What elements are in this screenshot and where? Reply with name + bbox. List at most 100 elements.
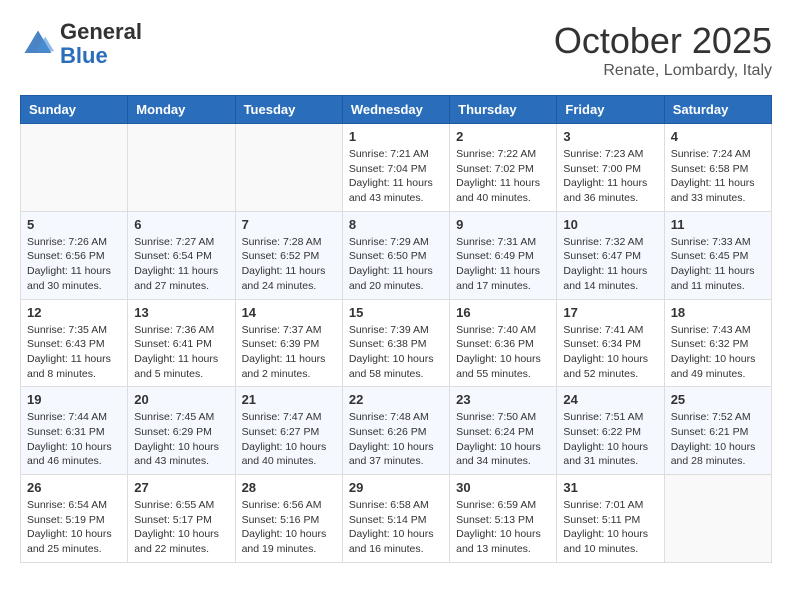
calendar-cell: 16 Sunrise: 7:40 AM Sunset: 6:36 PM Dayli…	[450, 299, 557, 387]
location-subtitle: Renate, Lombardy, Italy	[554, 62, 772, 80]
day-number: 2	[456, 129, 550, 144]
month-title: October 2025	[554, 20, 772, 62]
day-info: Sunrise: 7:44 AM Sunset: 6:31 PM Dayligh…	[27, 410, 121, 469]
calendar-cell: 4Sunrise: 7:24 AM Sunset: 6:58 PM Daylig…	[664, 124, 771, 212]
day-info: Sunrise: 7:43 AM Sunset: 6:32 PM Dayligh…	[671, 323, 765, 382]
day-number: 26	[27, 480, 121, 495]
day-number: 13	[134, 305, 228, 320]
day-number: 20	[134, 392, 228, 407]
calendar-cell: 29Sunrise: 6:58 AM Sunset: 5:14 PM Dayli…	[342, 475, 449, 563]
day-of-week-header: Tuesday	[235, 96, 342, 124]
logo-blue: Blue	[60, 43, 108, 68]
day-info: Sunrise: 7:47 AM Sunset: 6:27 PM Dayligh…	[242, 410, 336, 469]
calendar-cell: 31 Sunrise: 7:01 AM Sunset: 5:11 PM Dayli…	[557, 475, 664, 563]
day-info: Sunrise: 7:41 AM Sunset: 6:34 PM Dayligh…	[563, 323, 657, 382]
day-info: Sunrise: 7:39 AM Sunset: 6:38 PM Dayligh…	[349, 323, 443, 382]
day-of-week-header: Saturday	[664, 96, 771, 124]
page-header: General Blue October 2025 Renate, Lombar…	[20, 20, 772, 80]
day-info: Sunrise: 6:55 AM Sunset: 5:17 PM Dayligh…	[134, 498, 228, 557]
day-number: 28	[242, 480, 336, 495]
logo: General Blue	[20, 20, 142, 68]
day-info: Sunrise: 7:31 AM Sunset: 6:49 PM Dayligh…	[456, 235, 550, 294]
day-number: 5	[27, 217, 121, 232]
day-info: Sunrise: 6:56 AM Sunset: 5:16 PM Dayligh…	[242, 498, 336, 557]
calendar-cell: 24Sunrise: 7:51 AM Sunset: 6:22 PM Dayli…	[557, 387, 664, 475]
calendar-cell: 3 Sunrise: 7:23 AM Sunset: 7:00 PM Daylig…	[557, 124, 664, 212]
day-number: 15	[349, 305, 443, 320]
calendar-cell	[21, 124, 128, 212]
calendar-cell: 22Sunrise: 7:48 AM Sunset: 6:26 PM Dayli…	[342, 387, 449, 475]
day-info: Sunrise: 7:48 AM Sunset: 6:26 PM Dayligh…	[349, 410, 443, 469]
day-info: Sunrise: 7:40 AM Sunset: 6:36 PM Dayligh…	[456, 323, 550, 382]
calendar-cell: 10Sunrise: 7:32 AM Sunset: 6:47 PM Dayli…	[557, 211, 664, 299]
day-number: 7	[242, 217, 336, 232]
day-of-week-header: Monday	[128, 96, 235, 124]
day-number: 18	[671, 305, 765, 320]
day-number: 12	[27, 305, 121, 320]
day-info: Sunrise: 7:29 AM Sunset: 6:50 PM Dayligh…	[349, 235, 443, 294]
day-number: 8	[349, 217, 443, 232]
day-number: 4	[671, 129, 765, 144]
day-number: 14	[242, 305, 336, 320]
logo-general: General	[60, 19, 142, 44]
day-number: 25	[671, 392, 765, 407]
day-number: 17	[563, 305, 657, 320]
day-number: 3	[563, 129, 657, 144]
logo-text: General Blue	[60, 20, 142, 68]
day-info: Sunrise: 6:54 AM Sunset: 5:19 PM Dayligh…	[27, 498, 121, 557]
day-info: Sunrise: 6:59 AM Sunset: 5:13 PM Dayligh…	[456, 498, 550, 557]
day-info: Sunrise: 7:01 AM Sunset: 5:11 PM Dayligh…	[563, 498, 657, 557]
calendar-cell: 5 Sunrise: 7:26 AM Sunset: 6:56 PM Daylig…	[21, 211, 128, 299]
calendar-week-row: 1 Sunrise: 7:21 AM Sunset: 7:04 PM Daylig…	[21, 124, 772, 212]
title-block: October 2025 Renate, Lombardy, Italy	[554, 20, 772, 80]
calendar-header-row: SundayMondayTuesdayWednesdayThursdayFrid…	[21, 96, 772, 124]
day-info: Sunrise: 7:50 AM Sunset: 6:24 PM Dayligh…	[456, 410, 550, 469]
day-info: Sunrise: 7:35 AM Sunset: 6:43 PM Dayligh…	[27, 323, 121, 382]
day-number: 16	[456, 305, 550, 320]
calendar-cell: 11Sunrise: 7:33 AM Sunset: 6:45 PM Dayli…	[664, 211, 771, 299]
calendar-cell: 9Sunrise: 7:31 AM Sunset: 6:49 PM Daylig…	[450, 211, 557, 299]
calendar-cell: 19Sunrise: 7:44 AM Sunset: 6:31 PM Dayli…	[21, 387, 128, 475]
day-info: Sunrise: 7:21 AM Sunset: 7:04 PM Dayligh…	[349, 147, 443, 206]
calendar-cell: 17 Sunrise: 7:41 AM Sunset: 6:34 PM Dayli…	[557, 299, 664, 387]
day-of-week-header: Sunday	[21, 96, 128, 124]
day-of-week-header: Thursday	[450, 96, 557, 124]
day-number: 23	[456, 392, 550, 407]
calendar-cell	[235, 124, 342, 212]
calendar-cell: 27 Sunrise: 6:55 AM Sunset: 5:17 PM Dayli…	[128, 475, 235, 563]
calendar-cell: 21 Sunrise: 7:47 AM Sunset: 6:27 PM Dayli…	[235, 387, 342, 475]
day-info: Sunrise: 7:36 AM Sunset: 6:41 PM Dayligh…	[134, 323, 228, 382]
calendar-cell: 2 Sunrise: 7:22 AM Sunset: 7:02 PM Daylig…	[450, 124, 557, 212]
logo-icon	[20, 26, 56, 62]
calendar-cell: 7 Sunrise: 7:28 AM Sunset: 6:52 PM Daylig…	[235, 211, 342, 299]
calendar-week-row: 26 Sunrise: 6:54 AM Sunset: 5:19 PM Dayli…	[21, 475, 772, 563]
day-number: 29	[349, 480, 443, 495]
day-info: Sunrise: 7:23 AM Sunset: 7:00 PM Dayligh…	[563, 147, 657, 206]
day-number: 24	[563, 392, 657, 407]
day-info: Sunrise: 7:37 AM Sunset: 6:39 PM Dayligh…	[242, 323, 336, 382]
day-info: Sunrise: 7:22 AM Sunset: 7:02 PM Dayligh…	[456, 147, 550, 206]
day-number: 1	[349, 129, 443, 144]
calendar-cell: 14 Sunrise: 7:37 AM Sunset: 6:39 PM Dayli…	[235, 299, 342, 387]
calendar-week-row: 5 Sunrise: 7:26 AM Sunset: 6:56 PM Daylig…	[21, 211, 772, 299]
calendar-week-row: 12 Sunrise: 7:35 AM Sunset: 6:43 PM Dayli…	[21, 299, 772, 387]
day-of-week-header: Friday	[557, 96, 664, 124]
day-info: Sunrise: 7:28 AM Sunset: 6:52 PM Dayligh…	[242, 235, 336, 294]
calendar-cell: 1 Sunrise: 7:21 AM Sunset: 7:04 PM Daylig…	[342, 124, 449, 212]
calendar-cell: 26 Sunrise: 6:54 AM Sunset: 5:19 PM Dayli…	[21, 475, 128, 563]
calendar-cell: 25Sunrise: 7:52 AM Sunset: 6:21 PM Dayli…	[664, 387, 771, 475]
day-number: 30	[456, 480, 550, 495]
day-info: Sunrise: 7:33 AM Sunset: 6:45 PM Dayligh…	[671, 235, 765, 294]
day-number: 27	[134, 480, 228, 495]
calendar-cell: 8 Sunrise: 7:29 AM Sunset: 6:50 PM Daylig…	[342, 211, 449, 299]
day-info: Sunrise: 7:26 AM Sunset: 6:56 PM Dayligh…	[27, 235, 121, 294]
calendar-cell: 18 Sunrise: 7:43 AM Sunset: 6:32 PM Dayli…	[664, 299, 771, 387]
calendar-week-row: 19Sunrise: 7:44 AM Sunset: 6:31 PM Dayli…	[21, 387, 772, 475]
calendar-cell: 23 Sunrise: 7:50 AM Sunset: 6:24 PM Dayli…	[450, 387, 557, 475]
calendar-cell: 20Sunrise: 7:45 AM Sunset: 6:29 PM Dayli…	[128, 387, 235, 475]
calendar-cell: 12 Sunrise: 7:35 AM Sunset: 6:43 PM Dayli…	[21, 299, 128, 387]
calendar-table: SundayMondayTuesdayWednesdayThursdayFrid…	[20, 95, 772, 563]
day-number: 31	[563, 480, 657, 495]
day-number: 6	[134, 217, 228, 232]
day-number: 21	[242, 392, 336, 407]
